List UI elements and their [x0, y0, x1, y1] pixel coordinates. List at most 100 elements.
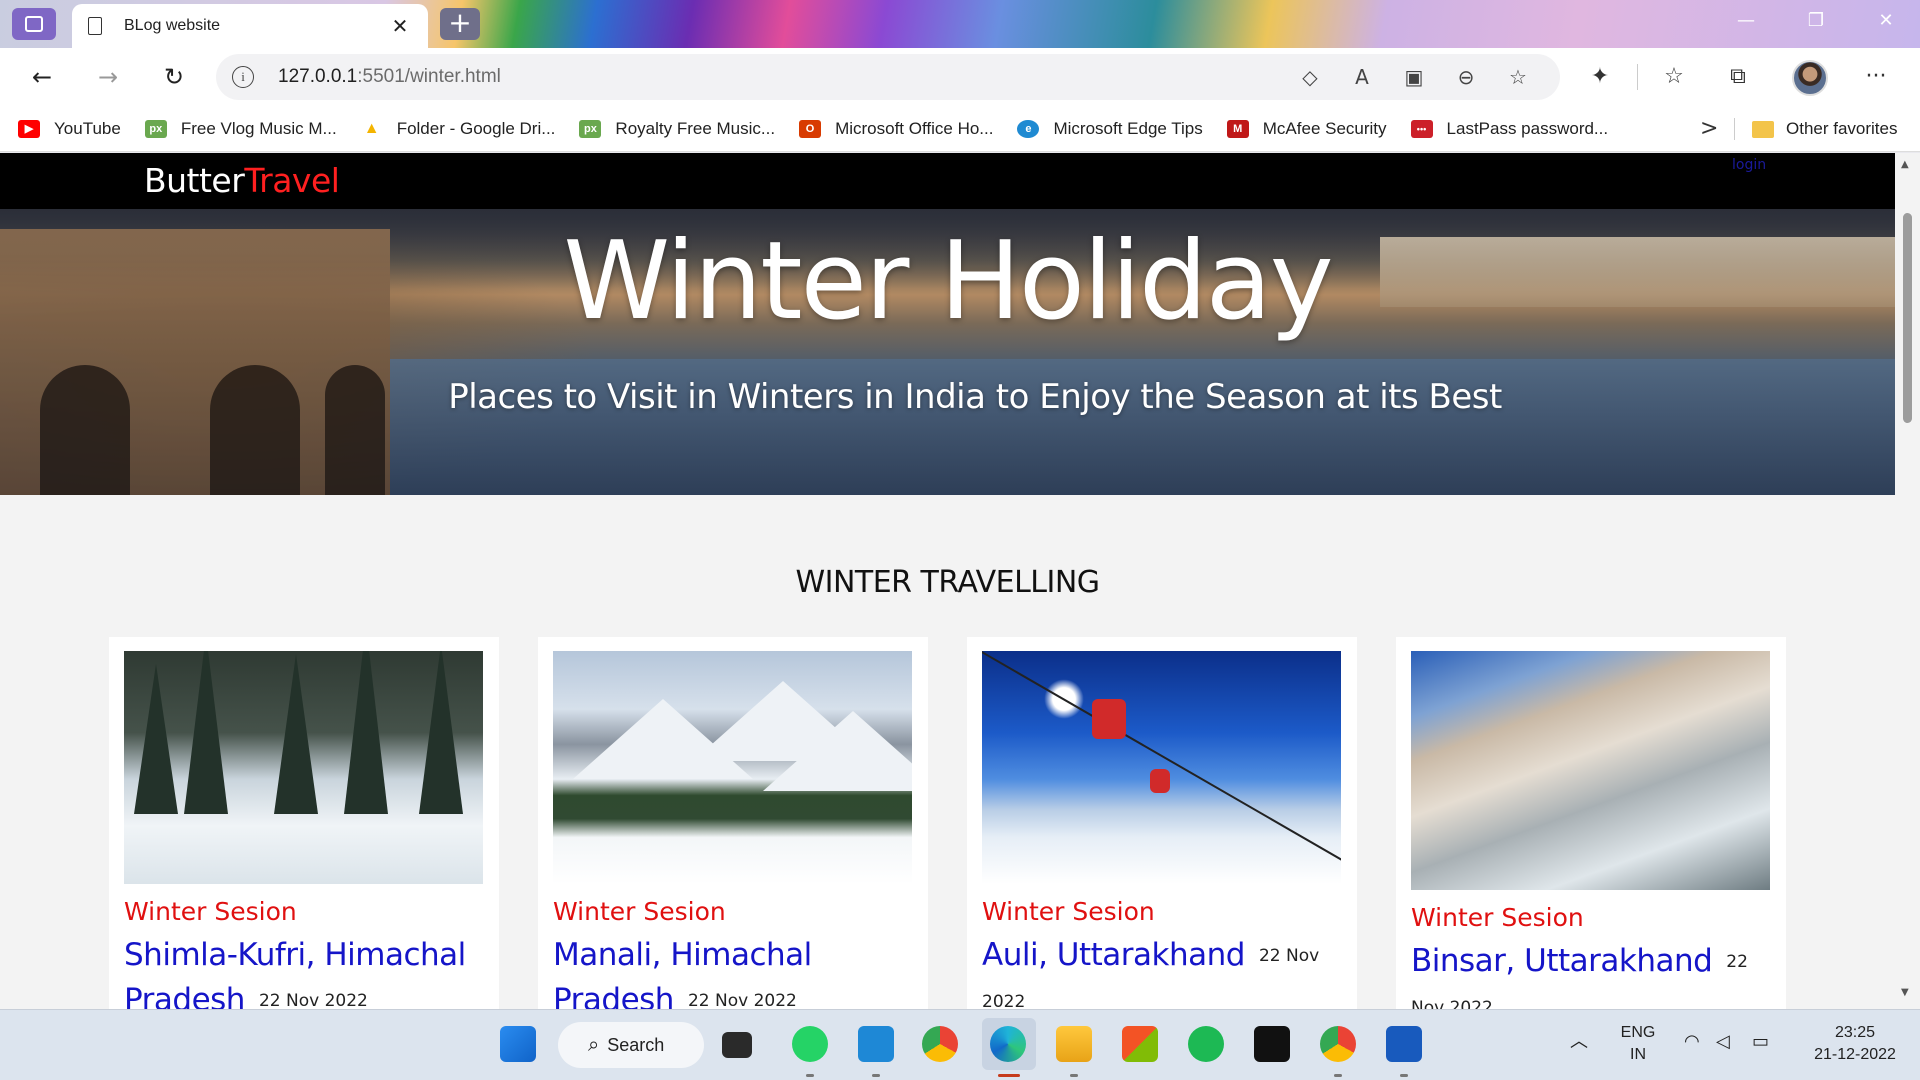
favorite-free-vlog-music[interactable]: px Free Vlog Music M... — [144, 119, 337, 139]
microsoft-store-icon[interactable] — [1122, 1026, 1158, 1062]
favorite-lastpass[interactable]: ••• LastPass password... — [1410, 119, 1608, 139]
new-tab-button[interactable]: + — [440, 8, 480, 40]
tree-shape — [419, 651, 463, 814]
tree-shape — [184, 651, 228, 814]
scroll-up-icon[interactable]: ▲ — [1901, 159, 1909, 170]
other-favorites[interactable]: Other favorites — [1752, 106, 1898, 152]
browser-title-bar: BLog website ✕ + — ❐ ✕ — [0, 0, 1920, 48]
tag-icon[interactable]: ◇ — [1284, 65, 1336, 89]
tab-actions-button[interactable] — [12, 8, 56, 40]
favorite-youtube[interactable]: ▶ YouTube — [18, 119, 121, 139]
login-link[interactable]: login — [1732, 157, 1766, 173]
search-icon: ⌕ — [588, 1033, 600, 1056]
tree-shape — [134, 664, 178, 814]
favorites-icon[interactable]: ☆ — [1656, 64, 1692, 89]
toolbar-divider — [1637, 64, 1638, 90]
minimize-button[interactable]: — — [1726, 10, 1766, 31]
favorite-microsoft-office[interactable]: O Microsoft Office Ho... — [799, 119, 993, 139]
tree-shape — [274, 654, 318, 814]
card-place[interactable]: Manali, Himachal Pradesh 22 Nov 2022 — [553, 933, 913, 1009]
profile-avatar[interactable] — [1792, 60, 1828, 96]
tree-shape — [344, 651, 388, 814]
favorite-mcafee[interactable]: M McAfee Security — [1226, 119, 1387, 139]
running-indicator — [806, 1074, 814, 1077]
card-image-snow-forest[interactable] — [124, 651, 483, 884]
file-explorer-icon[interactable] — [1056, 1026, 1092, 1062]
travel-card[interactable]: Winter Sesion Manali, Himachal Pradesh 22… — [538, 637, 928, 1009]
edge-icon[interactable] — [990, 1026, 1026, 1062]
url-host: 127.0.0.1 — [278, 66, 358, 87]
chrome-icon[interactable] — [922, 1026, 958, 1062]
hero-subtitle: Places to Visit in Winters in India to E… — [448, 377, 1502, 417]
address-bar[interactable]: i 127.0.0.1:5501/winter.html ◇ A ▣ ⊖ ☆ — [216, 54, 1560, 100]
back-icon[interactable]: ← — [24, 60, 60, 94]
card-place[interactable]: Auli, Uttarakhand 22 Nov 2022 — [982, 933, 1342, 1009]
card-tag: Winter Sesion — [553, 897, 726, 926]
travel-card[interactable]: Winter Sesion Shimla-Kufri, Himachal Pra… — [109, 637, 499, 1009]
site-logo[interactable]: ButterTravel — [144, 161, 340, 200]
task-view-icon[interactable] — [722, 1032, 752, 1058]
cable-car-shape — [1150, 769, 1170, 793]
collections-icon[interactable]: ⧉ — [1720, 64, 1756, 89]
read-aloud-icon[interactable]: A — [1336, 65, 1388, 89]
favorite-edge-tips[interactable]: e Microsoft Edge Tips — [1017, 119, 1203, 139]
clock[interactable]: 23:25 21-12-2022 — [1800, 1022, 1910, 1066]
favorite-label: Microsoft Office Ho... — [835, 118, 994, 138]
chrome-icon[interactable] — [1320, 1026, 1356, 1062]
card-image-snow-town[interactable] — [1411, 651, 1770, 890]
taskbar-search[interactable]: ⌕ Search — [558, 1022, 704, 1068]
favorite-royalty-free-music[interactable]: px Royalty Free Music... — [579, 119, 775, 139]
more-options-icon[interactable]: ··· — [1858, 64, 1894, 89]
refresh-icon[interactable]: ↻ — [156, 60, 192, 94]
cable-car-shape — [1092, 699, 1126, 739]
favorites-bar: ▶ YouTube px Free Vlog Music M... ▲ Folder … — [0, 106, 1920, 152]
forward-icon[interactable]: → — [90, 60, 126, 94]
card-image-cable-car[interactable] — [982, 651, 1341, 884]
travel-card[interactable]: Winter Sesion Auli, Uttarakhand 22 Nov 20… — [967, 637, 1357, 1009]
immersive-reader-icon[interactable]: ▣ — [1388, 65, 1440, 89]
wifi-icon[interactable]: ◠ — [1684, 1030, 1700, 1052]
google-drive-icon: ▲ — [363, 119, 380, 137]
windows-start-icon[interactable] — [500, 1026, 536, 1062]
browser-tab[interactable]: BLog website ✕ — [72, 4, 428, 48]
site-info-icon[interactable]: i — [232, 66, 254, 88]
spotify-icon[interactable] — [1188, 1026, 1224, 1062]
taskbar-search-label: Search — [607, 1034, 665, 1055]
favorite-label: Royalty Free Music... — [615, 118, 776, 138]
card-tag: Winter Sesion — [982, 897, 1155, 926]
battery-icon[interactable]: ▭ — [1752, 1030, 1769, 1052]
travel-card[interactable]: Winter Sesion Binsar, Uttarakhand 22 Nov … — [1396, 637, 1786, 1009]
page-scrollbar[interactable]: ▲ ▼ — [1895, 153, 1920, 1009]
add-favorite-icon[interactable]: ☆ — [1492, 65, 1544, 89]
zoom-icon[interactable]: ⊖ — [1440, 65, 1492, 89]
maximize-button[interactable]: ❐ — [1796, 10, 1836, 31]
scroll-down-icon[interactable]: ▼ — [1901, 987, 1909, 998]
card-tag: Winter Sesion — [124, 897, 297, 926]
site-navbar: ButterTravel login — [0, 153, 1895, 209]
section-title: WINTER TRAVELLING — [795, 565, 1100, 600]
show-hidden-icons-chevron-icon[interactable]: ︿ — [1570, 1030, 1588, 1052]
card-place[interactable]: Shimla-Kufri, Himachal Pradesh 22 Nov 202… — [124, 933, 484, 1009]
extensions-icon[interactable]: ✦ — [1582, 64, 1618, 89]
word-icon[interactable] — [1386, 1026, 1422, 1062]
browser-toolbar: ← → ↻ i 127.0.0.1:5501/winter.html ◇ A ▣… — [0, 48, 1920, 106]
card-date: 22 Nov 2022 — [258, 991, 368, 1009]
scrollbar-thumb[interactable] — [1903, 213, 1912, 423]
vscode-icon[interactable] — [858, 1026, 894, 1062]
url-text[interactable]: 127.0.0.1:5501/winter.html — [278, 66, 1284, 88]
card-place-name: Auli, Uttarakhand — [982, 937, 1245, 973]
favorites-more-chevron-icon[interactable]: > — [1700, 116, 1718, 141]
language-indicator[interactable]: ENG IN — [1616, 1022, 1660, 1066]
whatsapp-icon[interactable] — [792, 1026, 828, 1062]
card-image-snow-mountains[interactable] — [553, 651, 912, 884]
card-place[interactable]: Binsar, Uttarakhand 22 Nov 2022 — [1411, 939, 1771, 1009]
youtube-icon: ▶ — [18, 119, 40, 138]
windows-taskbar: ⌕ Search ︿ ENG IN ◠ ◁ ▭ 23:25 21-12-2022 — [0, 1009, 1920, 1080]
favorite-google-drive[interactable]: ▲ Folder - Google Dri... — [361, 119, 556, 139]
affinity-icon[interactable] — [1254, 1026, 1290, 1062]
favorite-label: YouTube — [54, 118, 121, 138]
volume-icon[interactable]: ◁ — [1716, 1030, 1730, 1052]
close-window-button[interactable]: ✕ — [1866, 10, 1906, 31]
other-favorites-label: Other favorites — [1786, 119, 1898, 138]
tab-close-icon[interactable]: ✕ — [388, 14, 412, 38]
